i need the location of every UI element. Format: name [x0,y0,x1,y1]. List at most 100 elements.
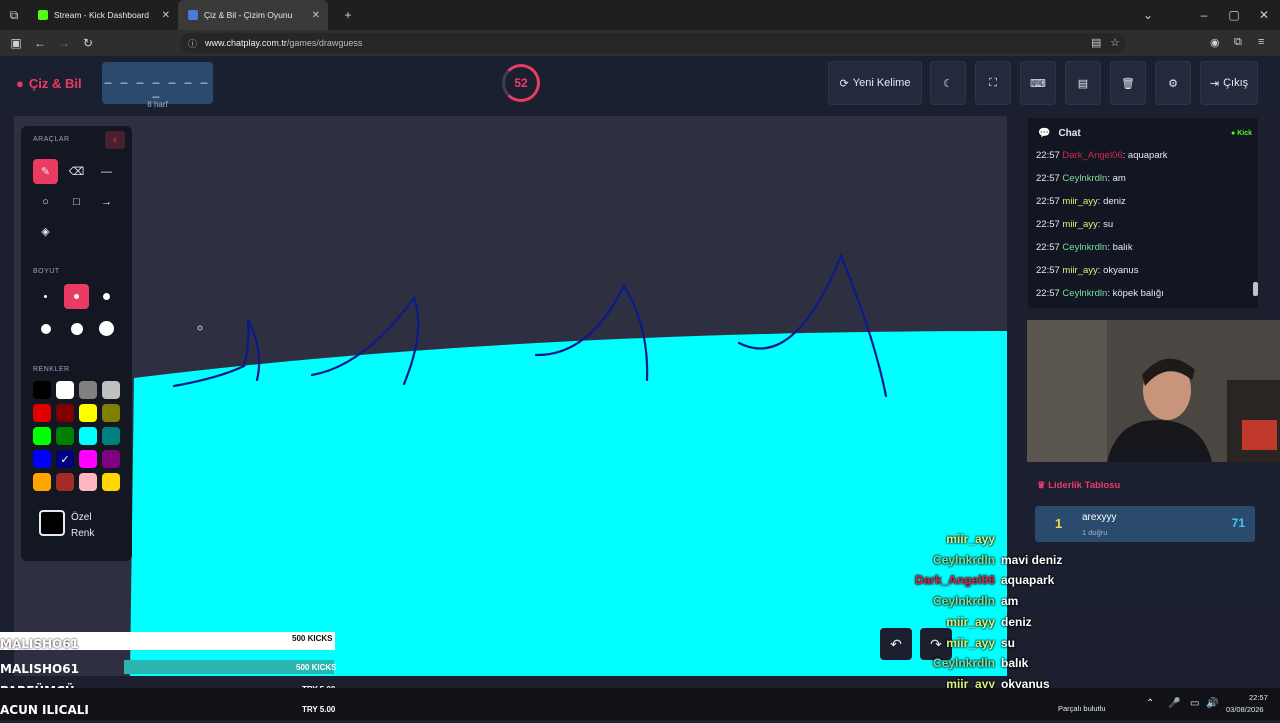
sidebar-icon[interactable]: ▣ [4,36,28,50]
check-icon: ✓ [60,453,70,466]
settings-button[interactable]: ⚙ [1155,61,1191,105]
size-option-2[interactable] [64,284,89,309]
keyboard-icon: ⌨ [1030,77,1046,90]
color-swatch[interactable]: ✓ [56,450,74,468]
reader-icon[interactable]: ▤ [1091,36,1101,49]
color-swatch[interactable] [56,473,74,491]
colors-section-title: RENKLER [33,366,70,373]
color-swatch[interactable] [102,450,120,468]
message-user[interactable]: miir_ayy [1062,265,1097,276]
overlay-text: deniz [1001,614,1032,629]
tab-title: Çiz & Bil - Çizim Oyunu [204,10,293,20]
color-swatch[interactable] [79,473,97,491]
size-option-3[interactable] [94,284,119,309]
color-swatch[interactable] [33,427,51,445]
close-window-icon[interactable]: ✕ [1252,8,1276,22]
extensions-icon[interactable]: ⧉ [1234,36,1242,49]
chat-scrollbar[interactable] [1253,282,1258,296]
close-tab-icon[interactable]: ✕ [162,10,170,21]
entry-score: 71 [1231,516,1245,530]
exit-button[interactable]: ⇥ Çıkış [1200,61,1258,105]
color-swatch[interactable] [102,473,120,491]
tab-list-chevron-icon[interactable]: ⌄ [1136,8,1160,22]
collapse-panel-button[interactable]: ‹ [105,131,125,149]
mic-icon[interactable]: 🎤 [1168,698,1180,709]
chevron-left-icon: ‹ [113,134,117,146]
tray-chevron-icon[interactable]: ⌃ [1146,698,1154,709]
custom-color-button[interactable] [39,510,65,536]
undo-button[interactable]: ↶ [880,628,912,660]
game-header: ● Çiz & Bil _ _ _ _ _ _ _ _ 8 harf 52 ⟳ … [0,56,1280,111]
kick-favicon-icon [38,10,48,20]
size-option-5[interactable] [64,316,89,341]
clear-canvas-button[interactable]: 🗑 [1110,61,1146,105]
keyboard-button[interactable]: ⌨ [1020,61,1056,105]
color-swatch[interactable] [79,450,97,468]
new-tab-icon[interactable]: + [336,8,360,22]
new-word-button[interactable]: ⟳ Yeni Kelime [828,61,922,105]
circle-icon: ○ [42,195,49,208]
url-field[interactable]: ⓘ www.chatplay.com.tr/games/drawguess [180,33,1125,53]
maximize-icon[interactable]: ▢ [1222,8,1246,22]
color-swatch[interactable] [102,381,120,399]
reload-icon[interactable]: ↻ [76,36,100,50]
message-user[interactable]: Ceylnkrdln [1062,288,1107,299]
fullscreen-button[interactable]: ⛶ [975,61,1011,105]
color-swatch[interactable] [79,404,97,422]
color-swatch[interactable] [79,381,97,399]
menu-icon[interactable]: ≡ [1258,36,1264,48]
theme-toggle-button[interactable]: ☾ [930,61,966,105]
fill-tool[interactable]: ◈ [33,219,58,244]
size-option-4[interactable] [33,316,58,341]
tab-actions-icon[interactable]: ⧉ [0,8,28,23]
volume-icon[interactable]: 🔊 [1206,698,1218,709]
network-icon[interactable]: ▭ [1190,698,1199,709]
color-swatch[interactable] [33,404,51,422]
message-user[interactable]: miir_ayy [1062,219,1097,230]
size-option-1[interactable] [33,284,58,309]
profile-icon[interactable]: ◉ [1210,36,1220,49]
message-user[interactable]: miir_ayy [1062,196,1097,207]
color-swatch[interactable] [102,427,120,445]
archive-button[interactable]: ▤ [1065,61,1101,105]
line-icon: — [101,165,112,178]
archive-icon: ▤ [1077,77,1089,90]
leaderboard-title-text: Liderlik Tablosu [1048,480,1121,491]
forward-icon[interactable]: → [52,36,76,50]
brush-tool[interactable]: ✎ [33,159,58,184]
color-swatch[interactable] [79,427,97,445]
chat-message: 22:57 Ceylnkrdln: köpek balığı [1036,288,1164,299]
message-user[interactable]: Ceylnkrdln [1062,173,1107,184]
color-swatch[interactable] [56,427,74,445]
eraser-tool[interactable]: ⌫ [64,159,89,184]
close-tab-icon[interactable]: ✕ [312,10,320,21]
site-info-icon[interactable]: ⓘ [188,37,197,50]
supporter-amount: TRY 5.00 [302,705,336,714]
color-swatch[interactable] [33,450,51,468]
tools-panel: ARAÇLAR ‹ ✎ ⌫ — ○ □ → ◈ BOYUT RENKLER ✓ … [21,126,132,561]
webcam-svg [1027,320,1280,462]
line-tool[interactable]: — [94,159,119,184]
minimize-icon[interactable]: – [1192,8,1216,22]
color-swatch[interactable] [56,381,74,399]
browser-tab-chatplay[interactable]: Çiz & Bil - Çizim Oyunu ✕ [178,0,328,30]
bookmark-star-icon[interactable]: ☆ [1110,36,1120,49]
color-swatch[interactable] [102,404,120,422]
browser-tab-kick[interactable]: Stream - Kick Dashboard ✕ [28,0,178,30]
back-icon[interactable]: ← [28,36,52,50]
color-swatch[interactable] [33,381,51,399]
circle-tool[interactable]: ○ [33,189,58,214]
rectangle-tool[interactable]: □ [64,189,89,214]
size-option-6[interactable] [94,316,119,341]
clock-time[interactable]: 22:57 [1249,693,1268,702]
message-user[interactable]: Ceylnkrdln [1062,242,1107,253]
word-hint-box: _ _ _ _ _ _ _ _ 8 harf [102,62,213,109]
color-swatch[interactable] [56,404,74,422]
message-user[interactable]: Dark_Angel06 [1062,150,1122,161]
color-swatch[interactable] [33,473,51,491]
drawing-canvas[interactable] [14,116,1007,676]
arrow-tool[interactable]: → [94,189,119,214]
clock-date[interactable]: 03/08/2026 [1226,705,1264,714]
brush-cursor [197,325,203,331]
supporter-name: MALISHO61 [0,662,79,676]
